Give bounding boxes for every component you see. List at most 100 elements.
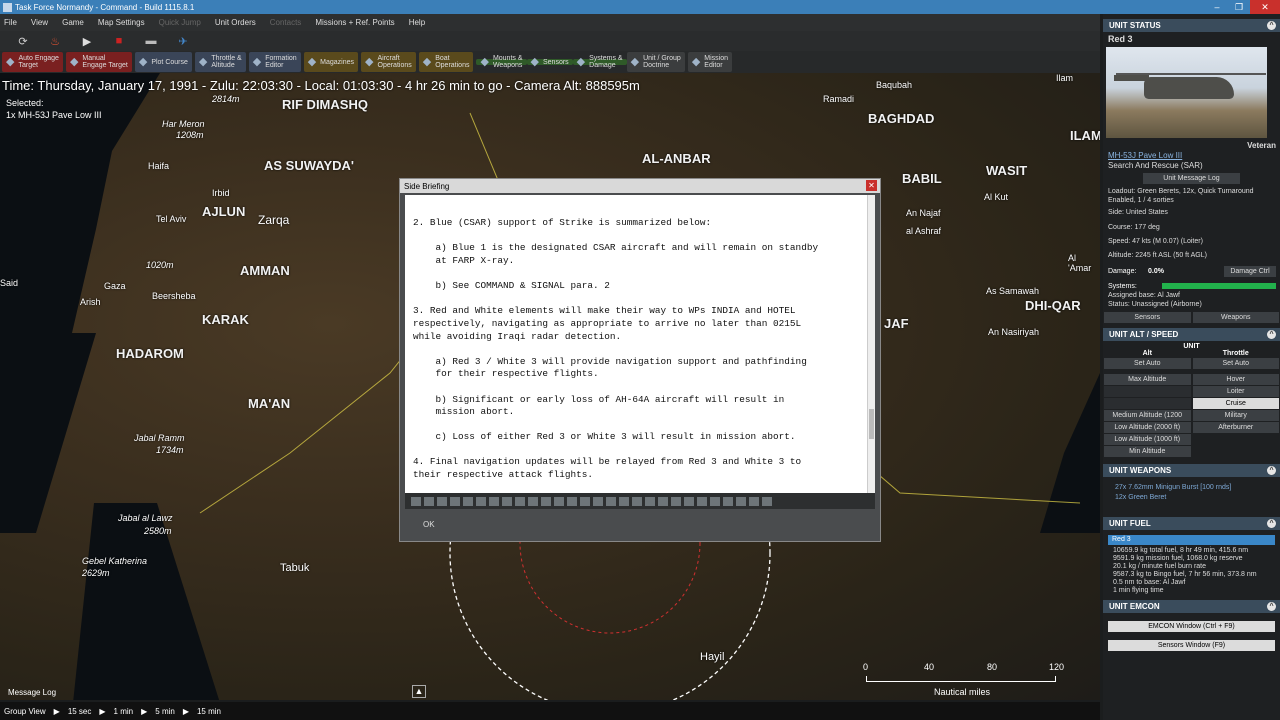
editor-tool-icon[interactable] (463, 496, 473, 506)
editor-tool-icon[interactable] (697, 496, 707, 506)
editor-tool-icon[interactable] (723, 496, 733, 506)
play-icon[interactable]: ▶ (74, 33, 100, 49)
toolbar-button-2[interactable]: ◆ Plot Course (134, 52, 192, 72)
time-step-5min[interactable]: 5 min (155, 707, 175, 716)
toolbar-button-10[interactable]: ◆ Systems & Damage (572, 55, 627, 69)
refresh-icon[interactable]: ⟳ (10, 33, 36, 49)
menu-unit-orders[interactable]: Unit Orders (215, 18, 256, 27)
menu-file[interactable]: File (4, 18, 17, 27)
emcon-header[interactable]: UNIT EMCON ^ (1103, 600, 1280, 613)
fuel-unit-selected[interactable]: Red 3 (1108, 535, 1275, 545)
toolbar-button-0[interactable]: ◆ Auto Engage Target (2, 52, 63, 72)
alt-speed-header[interactable]: UNIT ALT / SPEED ^ (1103, 328, 1280, 341)
close-icon[interactable]: ✕ (866, 180, 877, 191)
toolbar-button-4[interactable]: ◆ Formation Editor (248, 52, 301, 72)
menu-contacts[interactable]: Contacts (270, 18, 302, 27)
collapse-icon[interactable]: ^ (1267, 330, 1276, 339)
sensors-button[interactable]: Sensors (1104, 312, 1191, 323)
time-step-15sec[interactable]: 15 sec (68, 707, 92, 716)
close-icon[interactable]: ✕ (1250, 0, 1280, 14)
minimize-icon[interactable]: – (1206, 0, 1228, 14)
menu-view[interactable]: View (31, 18, 48, 27)
weapon-item[interactable]: 27x 7.62mm Minigun Burst [100 rnds] (1103, 483, 1280, 493)
menu-game[interactable]: Game (62, 18, 84, 27)
toolbar-button-3[interactable]: ◆ Throttle & Altitude (194, 52, 246, 72)
unit-icon[interactable]: ▬ (138, 33, 164, 49)
fuel-header[interactable]: UNIT FUEL ^ (1103, 517, 1280, 530)
play-icon[interactable]: ▶ (183, 707, 189, 716)
toolbar-button-9[interactable]: ◆ Sensors (526, 56, 573, 67)
editor-tool-icon[interactable] (424, 496, 434, 506)
editor-tool-icon[interactable] (502, 496, 512, 506)
stop-icon[interactable]: ■ (106, 33, 132, 49)
toolbar-button-5[interactable]: ◆ Magazines (303, 52, 359, 72)
editor-tool-icon[interactable] (658, 496, 668, 506)
collapse-icon[interactable]: ^ (1267, 466, 1276, 475)
ok-button[interactable]: OK (423, 520, 435, 529)
fire-icon[interactable]: ♨ (42, 33, 68, 49)
toolbar-button-12[interactable]: ◆ Mission Editor (687, 52, 733, 72)
editor-tool-icon[interactable] (528, 496, 538, 506)
throttle-set-auto-button[interactable]: Set Auto (1192, 358, 1279, 369)
toolbar-button-6[interactable]: ◆ Aircraft Operations (361, 52, 416, 72)
weapons-button[interactable]: Weapons (1192, 312, 1279, 323)
play-icon[interactable]: ▶ (99, 707, 105, 716)
collapse-icon[interactable]: ^ (1267, 519, 1276, 528)
editor-tool-icon[interactable] (554, 496, 564, 506)
throttle-button[interactable]: Cruise (1192, 398, 1279, 409)
throttle-button[interactable]: Afterburner (1192, 422, 1279, 433)
weapons-header[interactable]: UNIT WEAPONS ^ (1103, 464, 1280, 477)
damage-control-button[interactable]: Damage Ctrl (1224, 266, 1276, 277)
briefing-text[interactable]: 2. Blue (CSAR) support of Strike is summ… (405, 195, 875, 493)
toolbar-button-7[interactable]: ◆ Boat Operations (418, 52, 474, 72)
menu-missions[interactable]: Missions + Ref. Points (315, 18, 394, 27)
editor-tool-icon[interactable] (710, 496, 720, 506)
editor-tool-icon[interactable] (411, 496, 421, 506)
vertical-scrollbar[interactable] (867, 195, 875, 493)
editor-tool-icon[interactable] (619, 496, 629, 506)
editor-tool-icon[interactable] (645, 496, 655, 506)
altitude-button[interactable]: Low Altitude (2000 ft) (1104, 422, 1191, 433)
editor-tool-icon[interactable] (541, 496, 551, 506)
time-step-1min[interactable]: 1 min (114, 707, 134, 716)
menu-map-settings[interactable]: Map Settings (98, 18, 145, 27)
unit-type-link[interactable]: MH-53J Pave Low III (1103, 151, 1280, 161)
toolbar-button-11[interactable]: ◆ Unit / Group Doctrine (626, 52, 685, 72)
play-icon[interactable]: ▶ (141, 707, 147, 716)
toolbar-button-8[interactable]: ◆ Mounts & Weapons (476, 55, 527, 69)
message-log-bar[interactable]: Message Log ▲ (0, 684, 430, 700)
editor-tool-icon[interactable] (684, 496, 694, 506)
altitude-button[interactable]: Min Altitude (1104, 446, 1191, 457)
restore-icon[interactable]: ❐ (1228, 0, 1250, 14)
emcon-window-button[interactable]: EMCON Window (Ctrl + F9) (1108, 621, 1275, 632)
editor-tool-icon[interactable] (671, 496, 681, 506)
collapse-icon[interactable]: ^ (1267, 602, 1276, 611)
editor-tool-icon[interactable] (593, 496, 603, 506)
editor-tool-icon[interactable] (632, 496, 642, 506)
editor-tool-icon[interactable] (437, 496, 447, 506)
unit-message-log-button[interactable]: Unit Message Log (1143, 173, 1240, 184)
menu-help[interactable]: Help (409, 18, 425, 27)
editor-tool-icon[interactable] (450, 496, 460, 506)
altitude-button[interactable] (1104, 398, 1191, 409)
editor-tool-icon[interactable] (762, 496, 772, 506)
editor-tool-icon[interactable] (489, 496, 499, 506)
dialog-titlebar[interactable]: Side Briefing ✕ (400, 179, 880, 193)
editor-tool-icon[interactable] (567, 496, 577, 506)
alt-set-auto-button[interactable]: Set Auto (1104, 358, 1191, 369)
expand-icon[interactable]: ▲ (412, 685, 426, 698)
editor-tool-icon[interactable] (476, 496, 486, 506)
editor-tool-icon[interactable] (736, 496, 746, 506)
menu-quick-jump[interactable]: Quick Jump (159, 18, 201, 27)
throttle-button[interactable]: Loiter (1192, 386, 1279, 397)
scroll-thumb[interactable] (869, 409, 874, 439)
sensors-window-button[interactable]: Sensors Window (F9) (1108, 640, 1275, 651)
altitude-button[interactable]: Max Altitude (1104, 374, 1191, 385)
editor-tool-icon[interactable] (580, 496, 590, 506)
altitude-button[interactable]: Low Altitude (1000 ft) (1104, 434, 1191, 445)
altitude-button[interactable]: Medium Altitude (1200 (1104, 410, 1191, 421)
time-step-15min[interactable]: 15 min (197, 707, 221, 716)
weapon-item[interactable]: 12x Green Beret (1103, 493, 1280, 503)
editor-tool-icon[interactable] (606, 496, 616, 506)
altitude-button[interactable] (1104, 386, 1191, 397)
